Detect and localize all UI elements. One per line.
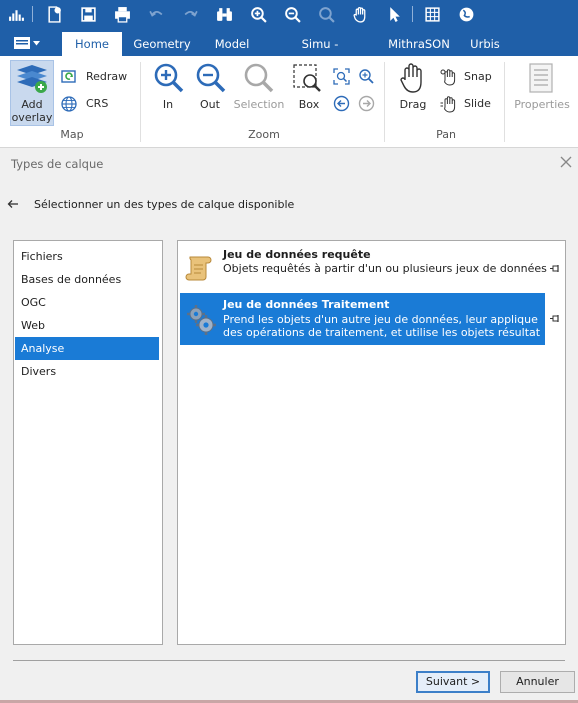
group-label-map: Map	[60, 128, 84, 141]
print-icon[interactable]	[112, 4, 132, 24]
crs-button[interactable]: CRS	[86, 97, 108, 110]
toolbar-separator	[32, 6, 33, 22]
gears-processing-icon	[187, 305, 216, 335]
save-icon[interactable]	[78, 4, 98, 24]
snap-button[interactable]: Snap	[464, 70, 492, 83]
tab-home[interactable]: Home	[62, 32, 122, 56]
new-project-icon[interactable]	[44, 4, 64, 24]
zoom-extent-icon[interactable]	[333, 68, 350, 85]
pin-icon[interactable]	[550, 264, 560, 274]
category-item-bases-de-donnees[interactable]: Bases de données	[15, 268, 159, 291]
category-item-divers[interactable]: Divers	[15, 360, 159, 383]
drag-button[interactable]: Drag	[396, 98, 430, 111]
dialog-title: Types de calque	[11, 157, 104, 171]
zoom-selection-button[interactable]: Selection	[232, 98, 286, 111]
dialog-separator	[13, 660, 565, 661]
add-overlay-label: Add overlay	[11, 98, 53, 124]
zoom-in-icon[interactable]	[248, 4, 268, 24]
redo-icon[interactable]	[180, 4, 200, 24]
zoom-out-large-icon[interactable]	[195, 62, 227, 94]
zoom-selection-large-icon[interactable]	[243, 62, 275, 94]
tab-simu-renderings[interactable]: Simu - Renderings	[268, 32, 372, 75]
globe-icon[interactable]	[456, 4, 476, 24]
zoom-layer-icon[interactable]	[358, 68, 375, 85]
redraw-icon[interactable]	[60, 68, 78, 86]
group-label-zoom: Zoom	[248, 128, 280, 141]
tab-urbis[interactable]: Urbis	[462, 32, 508, 56]
properties-button[interactable]: Properties	[512, 98, 572, 111]
slide-button[interactable]: Slide	[464, 97, 491, 110]
snap-icon[interactable]	[440, 68, 458, 86]
undo-icon[interactable]	[146, 4, 166, 24]
zoom-box-button[interactable]: Box	[292, 98, 326, 111]
redraw-button[interactable]: Redraw	[86, 70, 127, 83]
zoom-previous-icon[interactable]	[333, 95, 350, 112]
category-item-fichiers[interactable]: Fichiers	[15, 245, 159, 268]
zoom-out-icon[interactable]	[282, 4, 302, 24]
zoom-in-button[interactable]: In	[150, 98, 186, 111]
zoom-selection-icon[interactable]	[316, 4, 336, 24]
globe-crs-icon[interactable]	[60, 95, 78, 113]
pin-icon[interactable]	[550, 314, 560, 324]
chevron-down-icon	[33, 40, 40, 45]
tab-model[interactable]: Model	[206, 32, 258, 56]
tab-mithrason[interactable]: MithraSON	[384, 32, 454, 56]
dialog-instruction: Sélectionner un des types de calque disp…	[34, 198, 295, 211]
layers-add-icon	[17, 65, 47, 93]
scroll-query-icon	[185, 256, 212, 281]
group-separator	[384, 62, 385, 142]
item-title-requete: Jeu de données requête	[223, 248, 371, 261]
zoom-box-icon[interactable]	[292, 63, 324, 95]
item-title-traitement: Jeu de données Traitement	[223, 298, 390, 311]
pointer-icon[interactable]	[384, 4, 404, 24]
binoculars-icon[interactable]	[214, 4, 234, 24]
app-logo-icon[interactable]	[6, 4, 26, 24]
app-menu-icon	[14, 37, 30, 49]
back-arrow-icon[interactable]	[7, 198, 19, 210]
zoom-out-button[interactable]: Out	[192, 98, 228, 111]
item-desc-traitement-line1: Prend les objets d'un autre jeu de donné…	[223, 313, 538, 326]
app-menu-button[interactable]	[8, 34, 44, 52]
close-icon[interactable]	[558, 154, 574, 170]
category-item-ogc[interactable]: OGC	[15, 291, 159, 314]
grid-table-icon[interactable]	[422, 4, 442, 24]
zoom-in-large-icon[interactable]	[153, 62, 185, 94]
group-separator	[140, 62, 141, 142]
properties-icon[interactable]	[528, 63, 554, 93]
next-button[interactable]: Suivant >	[416, 671, 490, 693]
hand-pan-icon[interactable]	[350, 4, 370, 24]
tab-geometry[interactable]: Geometry	[130, 32, 194, 56]
item-desc-traitement-line2: des opérations de traitement, et utilise…	[223, 326, 541, 339]
item-desc-requete: Objets requêtés à partir d'un ou plusieu…	[223, 262, 547, 275]
category-item-web[interactable]: Web	[15, 314, 159, 337]
zoom-next-icon[interactable]	[358, 95, 375, 112]
drag-hand-icon[interactable]	[398, 62, 428, 94]
category-item-analyse[interactable]: Analyse	[15, 337, 159, 360]
group-separator	[504, 62, 505, 142]
toolbar-separator	[412, 6, 413, 22]
group-label-pan: Pan	[436, 128, 456, 141]
cancel-button[interactable]: Annuler	[500, 671, 575, 693]
slide-hand-icon[interactable]	[440, 95, 458, 113]
